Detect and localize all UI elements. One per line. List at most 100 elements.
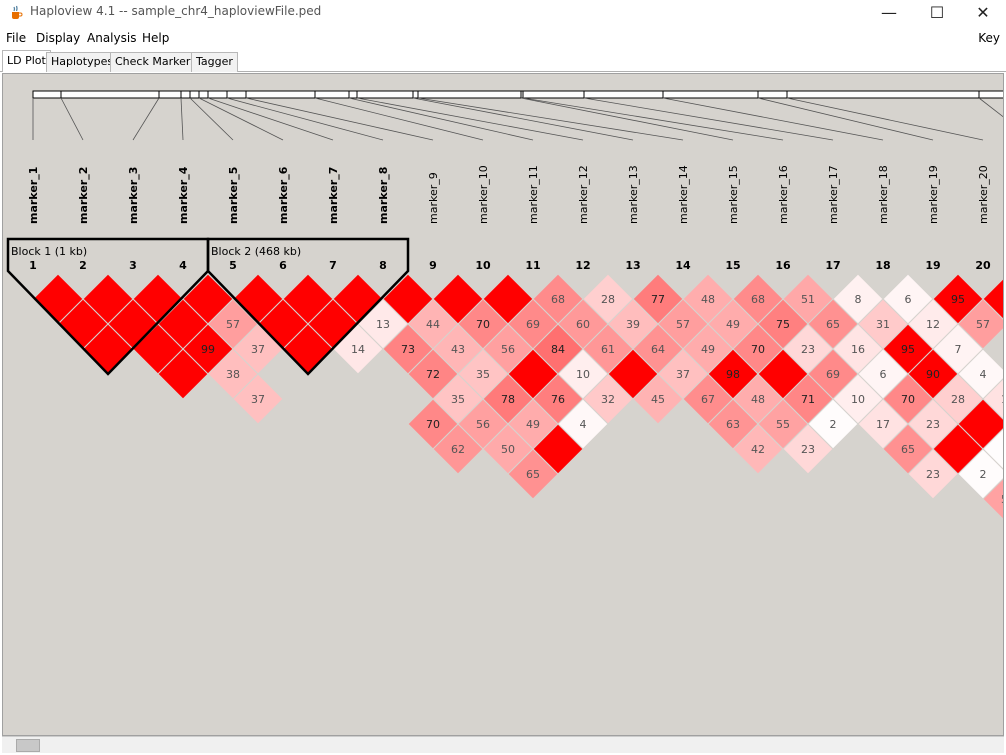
tab-tagger[interactable]: Tagger [191, 52, 238, 72]
ld-cell-value: 28 [601, 293, 615, 306]
tab-bar: LD Plot Haplotypes Check Markers Tagger [0, 48, 1006, 72]
tab-haplotypes[interactable]: Haplotypes [46, 52, 119, 72]
marker-number: 9 [429, 259, 437, 272]
ld-cell-value: 14 [351, 343, 365, 356]
ld-cell-value: 23 [926, 468, 940, 481]
ld-cell-value: 10 [576, 368, 590, 381]
close-button[interactable]: ✕ [960, 0, 1006, 28]
menu-file[interactable]: File [6, 31, 26, 45]
ld-plot-panel: marker_1 marker_2 marker_3 marker_4 marker_5… [2, 73, 1004, 736]
ld-cell-value: 31 [876, 318, 890, 331]
ld-cell-value: 68 [551, 293, 565, 306]
ld-cell-value: 37 [251, 393, 265, 406]
marker-connector [583, 97, 834, 141]
ld-cell-value: 10 [851, 393, 865, 406]
marker-connector [522, 97, 784, 141]
marker-name-label: marker_6 [277, 166, 290, 224]
ld-cell-value: 65 [526, 468, 540, 481]
ld-cell-value: 39 [626, 318, 640, 331]
marker-number: 16 [775, 259, 791, 272]
ld-cell-value: 4 [580, 418, 587, 431]
ld-cell-value: 64 [651, 343, 665, 356]
marker-name-label: marker_9 [427, 172, 440, 224]
marker-name-label: marker_14 [677, 165, 690, 224]
ld-cell-value: 69 [826, 368, 840, 381]
title-bar: Haploview 4.1 -- sample_chr4_haploviewFi… [0, 0, 1006, 28]
marker-number: 15 [725, 259, 740, 272]
marker-number: 13 [625, 259, 640, 272]
ld-cell-value: 99 [201, 343, 215, 356]
ld-cell-value: 17 [1001, 393, 1004, 406]
marker-connector [60, 97, 84, 141]
chromosome-ruler [32, 90, 1003, 99]
ld-cell-value: 68 [751, 293, 765, 306]
menu-help[interactable]: Help [142, 31, 169, 45]
ld-cell-value: 4 [980, 368, 987, 381]
marker-name-label: marker_4 [177, 166, 190, 224]
menu-analysis[interactable]: Analysis [87, 31, 136, 45]
marker-connector [757, 97, 934, 141]
marker-name-label: marker_10 [477, 165, 490, 224]
marker-number: 2 [79, 259, 87, 272]
marker-name-label: marker_11 [527, 165, 540, 224]
ld-cell-value: 57 [226, 318, 240, 331]
minimize-button[interactable]: — [866, 0, 912, 28]
marker-name-label: marker_8 [377, 167, 390, 224]
ld-cell-value: 57 [976, 318, 990, 331]
marker-number: 7 [329, 259, 337, 272]
ld-cell-value: 75 [776, 318, 790, 331]
ld-cell-value: 56 [476, 418, 490, 431]
ld-cell-value: 57 [676, 318, 690, 331]
tab-check-markers[interactable]: Check Markers [110, 52, 202, 72]
ld-cell-value: 23 [801, 443, 815, 456]
ld-cell-value: 67 [701, 393, 715, 406]
ld-cell-value: 48 [751, 393, 765, 406]
scrollbar-thumb[interactable] [16, 739, 40, 752]
marker-name-label: marker_5 [227, 167, 240, 224]
ld-cell-value: 95 [951, 293, 965, 306]
marker-number: 5 [229, 259, 237, 272]
marker-name-label: marker_16 [777, 165, 790, 224]
ld-cell-value: 50 [501, 443, 515, 456]
marker-number: 19 [925, 259, 940, 272]
ld-cell-value: 35 [476, 368, 490, 381]
marker-number: 4 [179, 259, 187, 272]
marker-connector [786, 97, 984, 141]
marker-number: 20 [975, 259, 991, 272]
marker-connector [662, 97, 884, 141]
marker-name-label: marker_18 [877, 165, 890, 224]
ld-cell-value: 78 [501, 393, 515, 406]
ld-cell-value: 7 [955, 343, 962, 356]
marker-name-label: marker_15 [727, 165, 740, 224]
marker-name-label: marker_3 [127, 167, 140, 224]
ld-cell-value: 90 [926, 368, 940, 381]
marker-number: 11 [525, 259, 540, 272]
marker-number: 10 [475, 259, 491, 272]
marker-number: 6 [279, 259, 287, 272]
horizontal-scrollbar[interactable] [2, 736, 1004, 753]
ld-cell-value: 13 [376, 318, 390, 331]
ld-cell-value: 2 [980, 468, 987, 481]
marker-name-label: marker_2 [77, 167, 90, 224]
ld-cell-value: 70 [901, 393, 915, 406]
ld-cell-value: 70 [426, 418, 440, 431]
tab-ld-plot[interactable]: LD Plot [2, 50, 51, 72]
marker-name-label: marker_17 [827, 165, 840, 224]
menu-key[interactable]: Key [978, 31, 1000, 45]
ld-cell-value: 71 [801, 393, 815, 406]
ld-cell-value: 45 [651, 393, 665, 406]
ld-cell-value: 49 [726, 318, 740, 331]
ld-cell-value: 55 [776, 418, 790, 431]
ld-cell-value: 72 [426, 368, 440, 381]
marker-number: 14 [675, 259, 691, 272]
ld-cell-value: 63 [726, 418, 740, 431]
marker-number: 18 [875, 259, 890, 272]
maximize-button[interactable]: ☐ [914, 0, 960, 28]
ld-cell-value: 95 [901, 343, 915, 356]
ld-cell-value: 84 [551, 343, 565, 356]
ld-cell-value: 42 [751, 443, 765, 456]
menu-display[interactable]: Display [36, 31, 80, 45]
marker-name-label: marker_7 [327, 167, 340, 224]
marker-connector [348, 97, 534, 141]
ld-cell-value: 60 [576, 318, 590, 331]
